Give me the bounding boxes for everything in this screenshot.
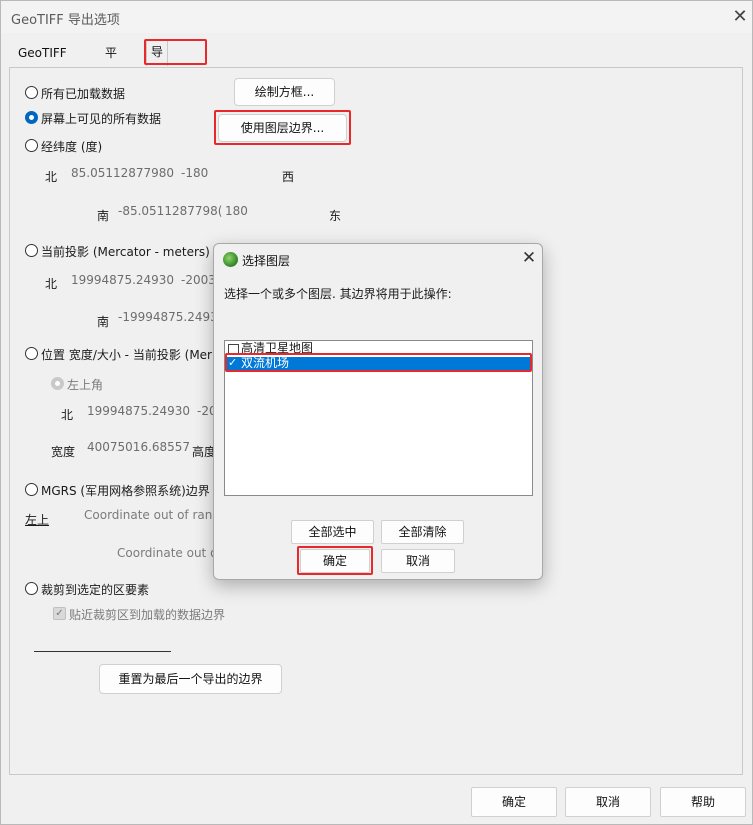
latlon-north-label: 北 (45, 170, 58, 184)
dialog-cancel-button[interactable]: 取消 (381, 549, 455, 573)
title-bar: GeoTIFF 导出选项 ✕ (1, 1, 752, 33)
latlon-west-value[interactable]: -180 (181, 166, 208, 180)
selected-layer-highlight (225, 353, 532, 372)
label-position-size: 位置 宽度/大小 - 当前投影 (Mer (41, 348, 212, 362)
latlon-east-value[interactable]: 180 (225, 204, 248, 218)
projection-south-value[interactable]: -19994875.2493( (118, 310, 222, 324)
radio-projection[interactable] (25, 244, 38, 257)
position-width-label: 宽度 (51, 445, 76, 459)
radio-all-visible[interactable] (25, 111, 38, 124)
label-all-loaded: 所有已加载数据 (41, 87, 126, 101)
draw-box-button[interactable]: 绘制方框... (234, 78, 335, 106)
close-icon[interactable]: ✕ (729, 6, 751, 28)
select-all-button[interactable]: 全部选中 (291, 520, 374, 544)
separator-line (34, 651, 171, 652)
ok-button[interactable]: 确定 (471, 787, 557, 817)
label-crop-area: 裁剪到选定的区要素 (41, 583, 150, 597)
label-latlon: 经纬度 (度) (41, 140, 103, 154)
radio-all-loaded[interactable] (25, 86, 38, 99)
dialog-close-icon[interactable]: ✕ (518, 247, 540, 269)
label-snap-crop: 贴近裁剪区到加载的数据边界 (69, 608, 226, 622)
radio-crop-area[interactable] (25, 582, 38, 595)
projection-north-value[interactable]: 19994875.24930 (71, 273, 174, 287)
help-button[interactable]: 帮助 (660, 787, 746, 817)
dialog-instruction: 选择一个或多个图层. 其边界将用于此操作: (224, 287, 452, 301)
latlon-north-value[interactable]: 85.05112877980 (71, 166, 174, 180)
position-width-value[interactable]: 40075016.68557 (87, 440, 190, 454)
tab-highlight-box (144, 39, 207, 65)
projection-north-label: 北 (45, 277, 58, 291)
label-projection: 当前投影 (Mercator - meters) (41, 245, 210, 259)
label-mgrs: MGRS (军用网格参照系统)边界 (41, 484, 210, 498)
dialog-ok-highlight (297, 546, 373, 575)
cancel-button[interactable]: 取消 (565, 787, 651, 817)
latlon-west-label: 西 (282, 170, 295, 184)
tab-geotiff-options[interactable]: GeoTIFF 选项 (14, 41, 71, 84)
mgrs-coordinate-1[interactable]: Coordinate out of ran (84, 508, 212, 522)
latlon-east-label: 东 (329, 209, 342, 223)
snap-crop-checkbox[interactable]: ✓ (53, 607, 66, 620)
position-north-value[interactable]: 19994875.24930 (87, 404, 190, 418)
radio-latlon[interactable] (25, 139, 38, 152)
latlon-south-value[interactable]: -85.0511287798( (118, 204, 222, 218)
select-layer-dialog: 选择图层 ✕ 选择一个或多个图层. 其边界将用于此操作: 高清卫星地图 ✓ 双流… (213, 243, 543, 580)
dialog-title: 选择图层 (242, 254, 291, 268)
use-layer-bounds-highlight (214, 110, 351, 145)
label-all-visible: 屏幕上可见的所有数据 (41, 112, 162, 126)
reset-bounds-button[interactable]: 重置为最后一个导出的边界 (99, 664, 282, 694)
mgrs-coordinate-2[interactable]: Coordinate out o (117, 546, 217, 560)
radio-mgrs[interactable] (25, 483, 38, 496)
tab-tiling[interactable]: 平铺 (101, 41, 121, 84)
geotiff-export-options-window: GeoTIFF 导出选项 ✕ GeoTIFF 选项 平铺 导出边界 所有已加载数… (0, 0, 753, 825)
radio-top-left-corner[interactable] (51, 377, 64, 390)
window-title: GeoTIFF 导出选项 (11, 13, 120, 28)
position-north-label: 北 (61, 408, 74, 422)
globe-app-icon (223, 252, 238, 267)
latlon-south-label: 南 (97, 209, 110, 223)
label-top-left-corner: 左上角 (67, 378, 104, 392)
mgrs-top-left-label: 左上 (25, 513, 50, 527)
radio-position-size[interactable] (25, 347, 38, 360)
projection-west-value[interactable]: -2003 (181, 273, 216, 287)
projection-south-label: 南 (97, 315, 110, 329)
clear-all-button[interactable]: 全部清除 (381, 520, 464, 544)
